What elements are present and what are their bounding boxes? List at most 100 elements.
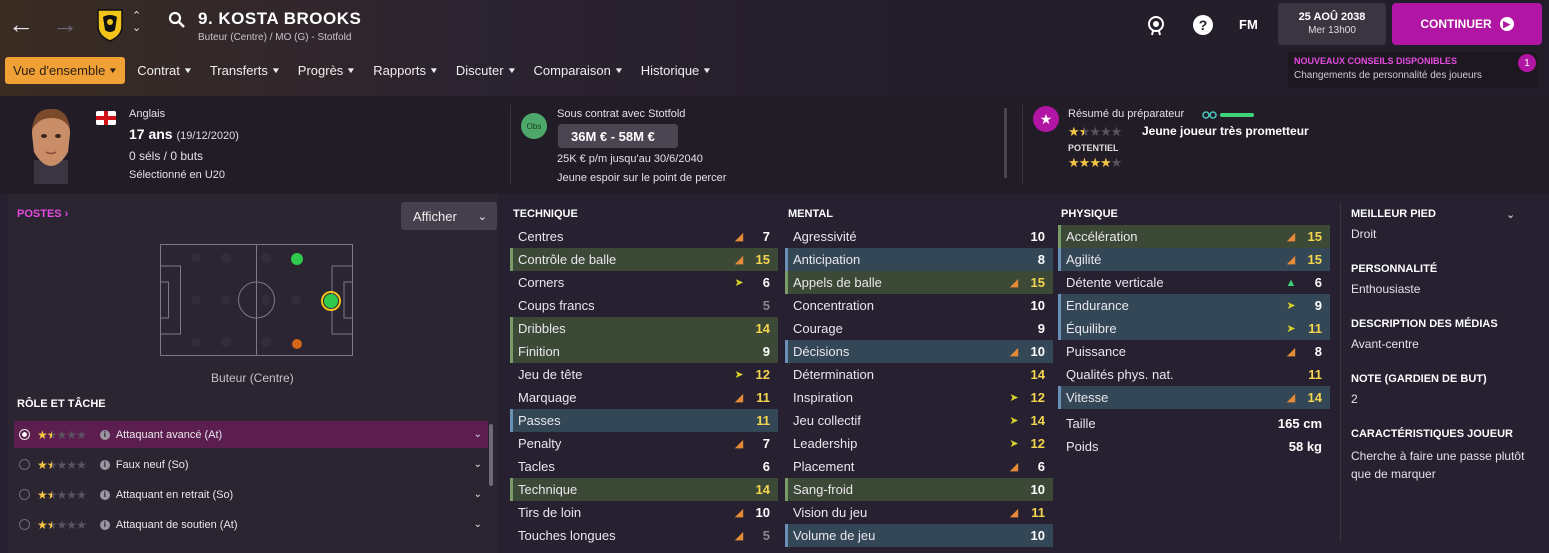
attribute-row[interactable]: Agressivité 10 (785, 225, 1053, 248)
trend-arrow-icon: ➤ (1286, 323, 1296, 335)
forward-arrow-icon[interactable]: → (52, 10, 78, 38)
menu-item[interactable]: Contrat ▼ (137, 63, 193, 78)
club-crest-icon[interactable] (95, 8, 125, 42)
attribute-row[interactable]: Finition 9 (510, 340, 778, 363)
attribute-row[interactable]: Inspiration ➤ 12 (785, 386, 1053, 409)
attribute-row[interactable]: Agilité ◢ 15 (1058, 248, 1330, 271)
attribute-row[interactable]: Centres ◢ 7 (510, 225, 778, 248)
show-dropdown[interactable]: Afficher ⌄ (401, 202, 497, 230)
attribute-row[interactable]: Sang-froid 10 (785, 478, 1053, 501)
attribute-name: Anticipation (793, 252, 861, 267)
chevron-down-icon[interactable]: ⌄ (474, 459, 482, 470)
fm-logo[interactable]: FM (1239, 17, 1258, 32)
attribute-row[interactable]: Penalty ◢ 7 (510, 432, 778, 455)
attribute-row[interactable]: Volume de jeu 10 (785, 524, 1053, 547)
attribute-row[interactable]: Corners ➤ 6 (510, 271, 778, 294)
attribute-name: Décisions (793, 344, 850, 359)
menu-item[interactable]: Progrès ▼ (297, 62, 357, 78)
attribute-row[interactable]: Technique 14 (510, 478, 778, 501)
best-foot-title: MEILLEUR PIED (1351, 208, 1436, 220)
role-radio[interactable] (19, 519, 30, 530)
menu-item-label: Vue d'ensemble (13, 62, 106, 78)
attribute-row[interactable]: Marquage ◢ 11 (510, 386, 778, 409)
attribute-value: 15 (755, 252, 770, 267)
menu-item[interactable]: Historique ▼ (641, 63, 713, 78)
info-icon[interactable]: i (99, 459, 110, 470)
role-radio[interactable] (19, 459, 30, 470)
attribute-row[interactable]: Endurance ➤ 9 (1058, 294, 1330, 317)
chevron-down-icon[interactable]: ⌄ (474, 519, 482, 530)
chevron-down-icon[interactable]: ⌄ (1506, 208, 1515, 221)
role-row[interactable]: ★★★★★ i Attaquant en retrait (So) ⌄ (14, 481, 488, 508)
info-icon[interactable]: i (99, 489, 110, 500)
attribute-name: Volume de jeu (793, 528, 876, 543)
info-icon[interactable]: i (99, 519, 110, 530)
coach-report-star-icon[interactable]: ★ (1033, 106, 1059, 132)
date-box[interactable]: 25 AOÛ 2038 Mer 13h00 (1278, 3, 1386, 45)
scout-obs-badge[interactable]: Obs (521, 113, 547, 139)
player-switch-icon[interactable]: ⌃ ⌄ (132, 10, 141, 34)
menu-item[interactable]: Discuter ▼ (455, 62, 517, 78)
attribute-row[interactable]: Décisions ◢ 10 (785, 340, 1053, 363)
menu-item[interactable]: Transferts ▼ (210, 63, 281, 78)
attribute-row[interactable]: Détente verticale ▲ 6 (1058, 271, 1330, 294)
player-subtitle[interactable]: Buteur (Centre) / MO (G) - Stotfold (198, 32, 351, 43)
role-row[interactable]: ★★★★★ i Attaquant de soutien (At) ⌄ (14, 511, 488, 538)
role-row[interactable]: ★★★★★ i Faux neuf (So) ⌄ (14, 451, 488, 478)
menu-item[interactable]: Comparaison ▼ (534, 63, 624, 78)
attribute-row[interactable]: Qualités phys. nat. 11 (1058, 363, 1330, 386)
attribute-row[interactable]: Concentration 10 (785, 294, 1053, 317)
coach-summary-label: Résumé du préparateur (1068, 108, 1185, 120)
attribute-row[interactable]: Puissance ◢ 8 (1058, 340, 1330, 363)
chevron-down-icon: ▼ (108, 65, 119, 75)
attribute-row[interactable]: Touches longues ◢ 5 (510, 524, 778, 547)
role-radio[interactable] (19, 429, 30, 440)
attribute-row[interactable]: Passes 11 (510, 409, 778, 432)
notification-panel[interactable]: NOUVEAUX CONSEILS DISPONIBLES Changement… (1288, 52, 1537, 88)
attribute-row[interactable]: Courage 9 (785, 317, 1053, 340)
attribute-row[interactable]: Détermination 14 (785, 363, 1053, 386)
transfer-value-pill[interactable]: 36M € - 58M € (558, 124, 678, 148)
continue-button[interactable]: CONTINUER ▶ (1392, 3, 1542, 45)
search-icon[interactable] (168, 11, 186, 29)
attribute-row[interactable]: Jeu collectif ➤ 14 (785, 409, 1053, 432)
attribute-row[interactable]: Accélération ◢ 15 (1058, 225, 1330, 248)
attribute-row[interactable]: Vitesse ◢ 14 (1058, 386, 1330, 409)
attribute-row[interactable]: Équilibre ➤ 11 (1058, 317, 1330, 340)
position-dot-mr (292, 339, 302, 349)
info-icon[interactable]: i (99, 429, 110, 440)
back-arrow-icon[interactable]: ← (8, 10, 34, 38)
attribute-value: 10 (755, 505, 770, 520)
chevron-down-icon[interactable]: ⌄ (474, 489, 482, 500)
mental-attributes: MENTAL Agressivité 10 Anticipation 8 Appels d… (785, 194, 1053, 547)
menu-item[interactable]: Vue d'ensemble ▼ (5, 56, 126, 84)
attribute-row[interactable]: Anticipation 8 (785, 248, 1053, 271)
attribute-row[interactable]: Appels de balle ◢ 15 (785, 271, 1053, 294)
attribute-row[interactable]: Vision du jeu ◢ 11 (785, 501, 1053, 524)
attribute-row[interactable]: Leadership ➤ 12 (785, 432, 1053, 455)
attribute-row[interactable]: Tacles 6 (510, 455, 778, 478)
attribute-row[interactable]: Placement ◢ 6 (785, 455, 1053, 478)
attribute-row[interactable]: Jeu de tête ➤ 12 (510, 363, 778, 386)
help-icon[interactable]: ? (1192, 14, 1214, 36)
menu-item-label: Discuter (455, 62, 504, 78)
attribute-name: Puissance (1066, 344, 1126, 359)
positions-link-label: POSTES (17, 208, 62, 220)
roles-scrollbar[interactable] (489, 424, 493, 486)
attribute-row[interactable]: Tirs de loin ◢ 10 (510, 501, 778, 524)
menu-item-label: Progrès (297, 62, 344, 78)
player-traits: Cherche à faire une passe plutôt que de … (1351, 449, 1525, 481)
position-pitch[interactable] (160, 244, 353, 356)
attribute-name: Technique (518, 482, 578, 497)
chevron-down-icon[interactable]: ⌄ (474, 429, 482, 440)
attribute-value: 8 (1314, 344, 1322, 359)
attribute-row[interactable]: Dribbles 14 (510, 317, 778, 340)
football-head-icon[interactable] (1145, 14, 1167, 36)
menu-item[interactable]: Rapports ▼ (373, 63, 439, 78)
role-row[interactable]: ★★★★★ i Attaquant avancé (At) ⌄ (14, 421, 488, 448)
role-radio[interactable] (19, 489, 30, 500)
attribute-row[interactable]: Contrôle de balle ◢ 15 (510, 248, 778, 271)
chevron-down-icon: ▼ (702, 65, 713, 75)
attribute-row[interactable]: Coups francs 5 (510, 294, 778, 317)
positions-link[interactable]: POSTES › (17, 208, 68, 220)
